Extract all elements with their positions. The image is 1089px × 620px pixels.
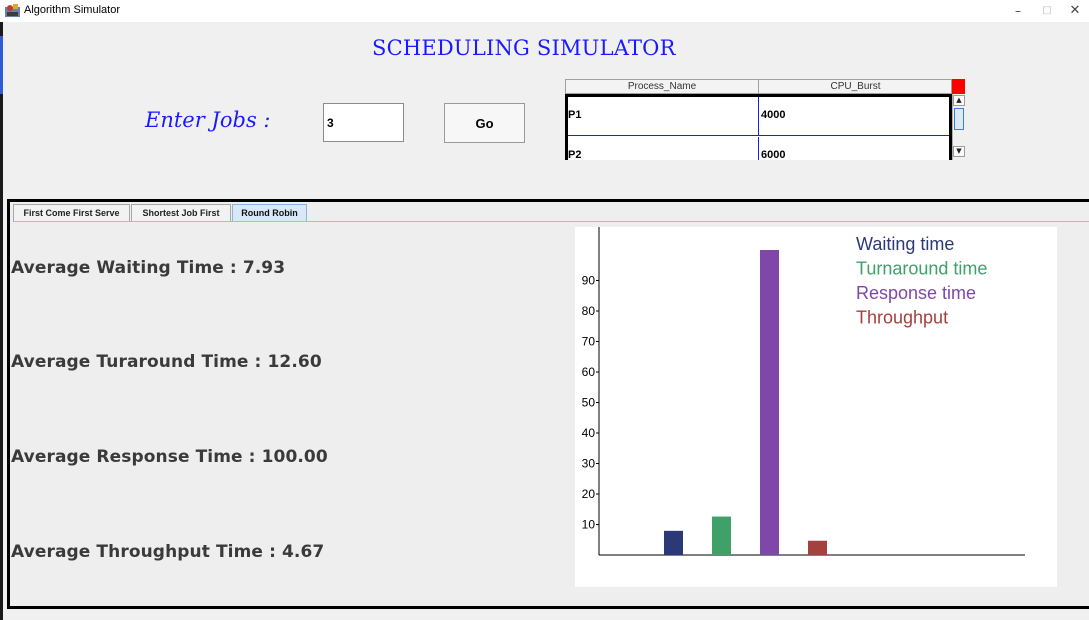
page-title: SCHEDULING SIMULATOR [372, 36, 676, 60]
column-header-process-name[interactable]: Process_Name [566, 80, 759, 94]
y-tick-label: 50 [582, 396, 596, 410]
scroll-down-icon[interactable]: ▼ [953, 146, 965, 157]
y-tick-label: 90 [582, 274, 596, 288]
tab-sjf[interactable]: Shortest Job First [131, 204, 231, 222]
process-table: Process_Name CPU_Burst P1 4000 P2 6000 ▲… [565, 79, 965, 160]
table-body: P1 4000 P2 6000 [565, 94, 952, 160]
legend-entry: Response time [856, 283, 976, 303]
y-tick-label: 10 [582, 518, 596, 532]
jobs-input[interactable] [323, 103, 404, 142]
window-title: Algorithm Simulator [24, 4, 120, 16]
bar-waiting-time [664, 530, 683, 555]
maximize-button[interactable]: □ [1032, 2, 1062, 20]
cell-process-name[interactable]: P2 [568, 137, 759, 160]
y-tick-label: 20 [582, 487, 596, 501]
legend-entry: Throughput [856, 308, 948, 328]
y-tick-label: 30 [582, 457, 596, 471]
tab-round-robin[interactable]: Round Robin [232, 204, 307, 222]
column-header-cpu-burst[interactable]: CPU_Burst [759, 80, 952, 94]
scroll-thumb[interactable] [954, 108, 964, 130]
close-button[interactable]: ✕ [1060, 2, 1089, 20]
cell-process-name[interactable]: P1 [568, 97, 759, 136]
left-border [0, 22, 3, 620]
table-scrollbar[interactable]: ▲ ▼ [952, 94, 965, 160]
table-row[interactable]: P1 4000 [568, 97, 949, 136]
y-tick-label: 60 [582, 365, 596, 379]
cell-cpu-burst[interactable]: 6000 [759, 137, 949, 160]
table-row[interactable]: P2 6000 [568, 137, 949, 160]
title-bar: Algorithm Simulator – □ ✕ [0, 0, 1089, 22]
minimize-button[interactable]: – [1003, 2, 1033, 20]
avg-turnaround-time: Average Turaround Time : 12.60 [11, 352, 322, 372]
tab-fcfs[interactable]: First Come First Serve [13, 204, 130, 222]
bar-throughput [808, 540, 827, 555]
scroll-up-icon[interactable]: ▲ [953, 95, 965, 106]
y-tick-label: 70 [582, 335, 596, 349]
avg-waiting-time: Average Waiting Time : 7.93 [11, 258, 286, 278]
avg-throughput-time: Average Throughput Time : 4.67 [11, 542, 325, 562]
legend-entry: Waiting time [856, 234, 954, 254]
y-tick-label: 40 [582, 426, 596, 440]
chart-svg: 10 20 30 40 50 60 70 80 90 Waiting time Turnaround… [582, 227, 1025, 556]
tab-divider [13, 221, 1089, 222]
left-border-accent [0, 36, 3, 94]
bar-turnaround-time [712, 516, 731, 555]
bar-response-time [760, 250, 779, 555]
avg-response-time: Average Response Time : 100.00 [11, 447, 328, 467]
y-tick-label: 80 [582, 304, 596, 318]
cell-cpu-burst[interactable]: 4000 [759, 97, 949, 136]
go-button[interactable]: Go [444, 103, 525, 143]
table-corner-marker [952, 79, 965, 94]
results-bar-chart: 10 20 30 40 50 60 70 80 90 Waiting time Turnaround… [575, 227, 1057, 587]
enter-jobs-label: Enter Jobs : [145, 108, 271, 132]
legend-entry: Turnaround time [856, 259, 987, 279]
app-icon [5, 4, 20, 17]
table-header: Process_Name CPU_Burst [565, 79, 952, 94]
